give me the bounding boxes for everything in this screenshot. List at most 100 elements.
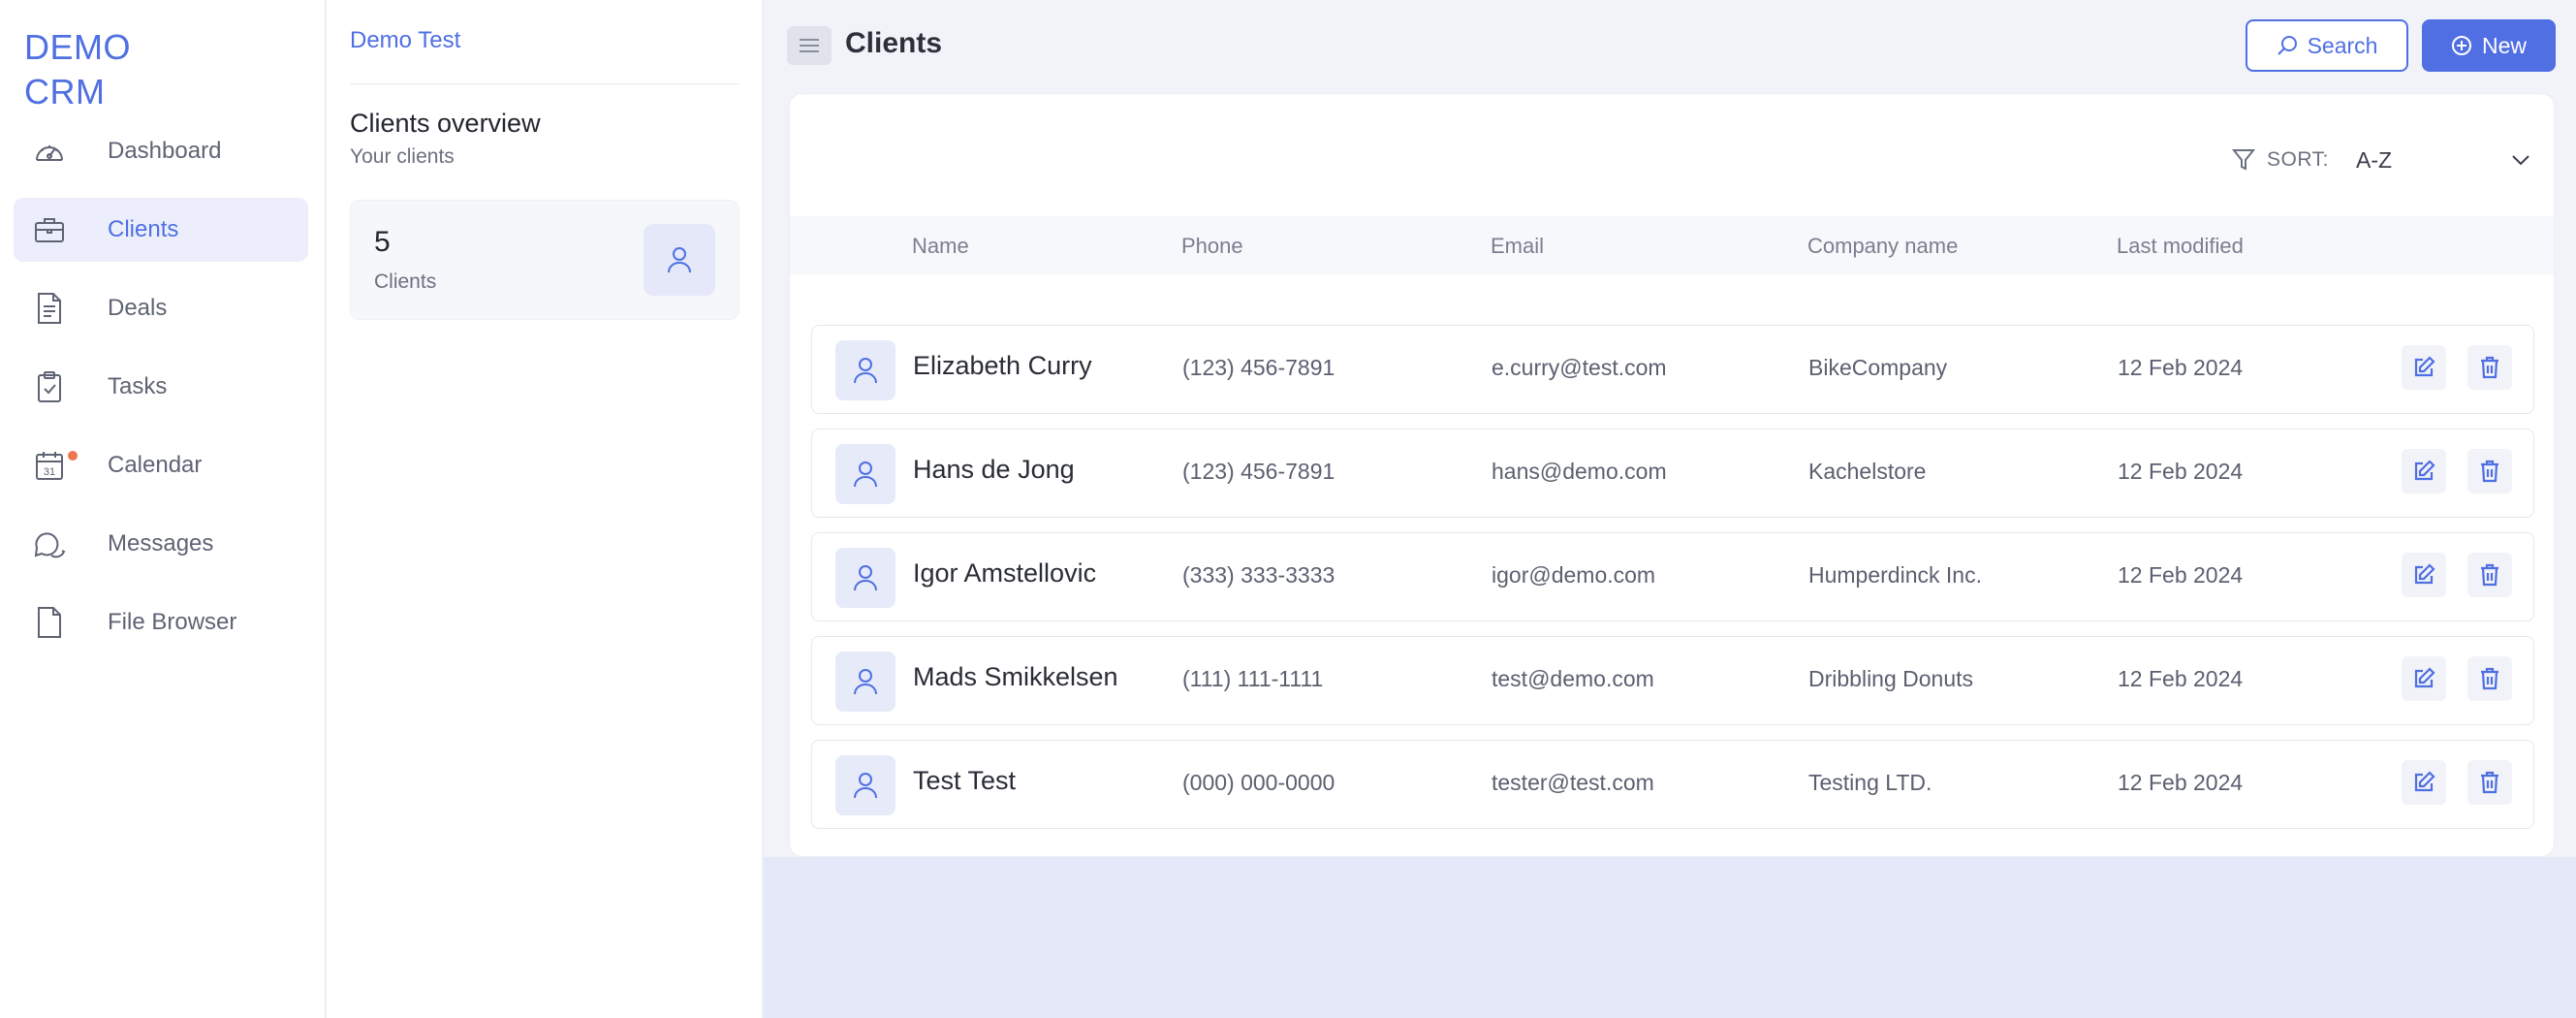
sidebar-item-clients[interactable]: Clients [14, 198, 308, 262]
background-band [764, 857, 2576, 1018]
client-last-modified: 12 Feb 2024 [2118, 355, 2244, 380]
edit-button[interactable] [2402, 345, 2446, 390]
avatar [835, 340, 895, 400]
clients-table-card: SORT: A-Z Name Phone Email Company name … [789, 93, 2555, 857]
edit-button[interactable] [2402, 656, 2446, 701]
sidebar-item-tasks[interactable]: Tasks [14, 355, 308, 419]
client-name[interactable]: Igor Amstellovic [913, 558, 1096, 589]
sidebar-item-dashboard[interactable]: Dashboard [14, 119, 308, 183]
edit-button[interactable] [2402, 760, 2446, 805]
sidebar-item-label: Dashboard [108, 138, 222, 164]
file-icon [33, 606, 66, 639]
panel-subtitle: Your clients [350, 145, 455, 168]
column-header-company[interactable]: Company name [1807, 234, 1958, 259]
sort-select[interactable]: A-Z [2356, 147, 2530, 174]
table-row[interactable]: Hans de Jong (123) 456-7891 hans@demo.co… [811, 429, 2534, 518]
sidebar-item-label: Messages [108, 530, 214, 557]
edit-icon [2414, 771, 2435, 792]
column-header-email[interactable]: Email [1491, 234, 1544, 259]
client-email: hans@demo.com [1492, 459, 1667, 484]
user-icon [854, 358, 877, 384]
delete-button[interactable] [2467, 553, 2512, 597]
edit-icon [2414, 460, 2435, 481]
avatar [835, 652, 895, 712]
trash-icon [2481, 771, 2498, 794]
search-button[interactable]: Search [2246, 19, 2408, 72]
sidebar-item-messages[interactable]: Messages [14, 512, 308, 576]
sidebar-item-label: Calendar [108, 452, 203, 478]
chat-bubbles-icon [33, 527, 66, 560]
edit-button[interactable] [2402, 449, 2446, 493]
document-icon [33, 292, 66, 325]
table-row[interactable]: Igor Amstellovic (333) 333-3333 igor@dem… [811, 532, 2534, 621]
client-email: tester@test.com [1492, 770, 1654, 795]
sidebar-item-file-browser[interactable]: File Browser [14, 590, 308, 654]
hamburger-icon [800, 39, 819, 52]
delete-button[interactable] [2467, 449, 2512, 493]
edit-icon [2414, 356, 2435, 377]
clients-panel: Demo Test Clients overview Your clients … [327, 0, 763, 1018]
user-icon [644, 224, 715, 296]
svg-text:31: 31 [44, 466, 55, 478]
client-company: Humperdinck Inc. [1808, 562, 1982, 588]
trash-icon [2481, 460, 2498, 483]
sidebar-item-deals[interactable]: Deals [14, 276, 308, 340]
main-content: Clients Search New SORT: A-Z Name Phone … [764, 0, 2576, 1018]
table-row[interactable]: Test Test (000) 000-0000 tester@test.com… [811, 740, 2534, 829]
page-title: Clients [845, 27, 943, 59]
search-button-label: Search [2307, 32, 2378, 58]
app-logo[interactable]: DEMO CRM [24, 25, 131, 114]
client-company: BikeCompany [1808, 355, 1948, 380]
client-company: Dribbling Donuts [1808, 666, 1974, 691]
plus-circle-icon [2451, 36, 2471, 55]
table-row[interactable]: Mads Smikkelsen (111) 111-1111 test@demo… [811, 636, 2534, 725]
column-header-last-modified[interactable]: Last modified [2117, 234, 2244, 259]
trash-icon [2481, 667, 2498, 690]
stat-value: 5 [374, 226, 391, 258]
sort-value: A-Z [2356, 146, 2393, 173]
clipboard-check-icon [33, 370, 66, 403]
avatar [835, 444, 895, 504]
client-name[interactable]: Hans de Jong [913, 455, 1075, 485]
briefcase-icon [33, 213, 66, 246]
client-email: test@demo.com [1492, 666, 1654, 691]
avatar [835, 755, 895, 815]
client-last-modified: 12 Feb 2024 [2118, 666, 2244, 691]
avatar [835, 548, 895, 608]
edit-icon [2414, 563, 2435, 585]
edit-button[interactable] [2402, 553, 2446, 597]
notification-dot [66, 449, 79, 462]
panel-title: Clients overview [350, 109, 541, 138]
client-name[interactable]: Test Test [913, 766, 1016, 796]
client-name[interactable]: Elizabeth Curry [913, 351, 1092, 381]
client-email: e.curry@test.com [1492, 355, 1667, 380]
chevron-down-icon [2512, 155, 2529, 166]
client-name[interactable]: Mads Smikkelsen [913, 662, 1118, 692]
user-icon [854, 565, 877, 591]
delete-button[interactable] [2467, 345, 2512, 390]
delete-button[interactable] [2467, 760, 2512, 805]
trash-icon [2481, 356, 2498, 379]
filter-icon [2232, 149, 2256, 171]
new-client-button[interactable]: New [2422, 19, 2556, 72]
column-header-name[interactable]: Name [912, 234, 969, 259]
search-icon [2277, 36, 2297, 55]
client-email: igor@demo.com [1492, 562, 1656, 588]
client-phone: (000) 000-0000 [1182, 770, 1335, 795]
delete-button[interactable] [2467, 656, 2512, 701]
client-phone: (123) 456-7891 [1182, 355, 1335, 380]
menu-toggle-button[interactable] [787, 26, 832, 65]
sidebar-item-calendar[interactable]: 31 Calendar [14, 433, 308, 497]
column-header-phone[interactable]: Phone [1181, 234, 1243, 259]
client-company: Testing LTD. [1808, 770, 1932, 795]
client-last-modified: 12 Feb 2024 [2118, 459, 2244, 484]
user-name[interactable]: Demo Test [350, 27, 460, 54]
edit-icon [2414, 667, 2435, 688]
sidebar-item-label: Tasks [108, 373, 168, 399]
sort-control: SORT: A-Z [2232, 143, 2530, 177]
client-phone: (333) 333-3333 [1182, 562, 1335, 588]
table-row[interactable]: Elizabeth Curry (123) 456-7891 e.curry@t… [811, 325, 2534, 414]
sidebar: DEMO CRM Dashboard Clients Deals Tasks 3… [0, 0, 326, 1018]
user-icon [854, 773, 877, 799]
user-icon [854, 669, 877, 695]
